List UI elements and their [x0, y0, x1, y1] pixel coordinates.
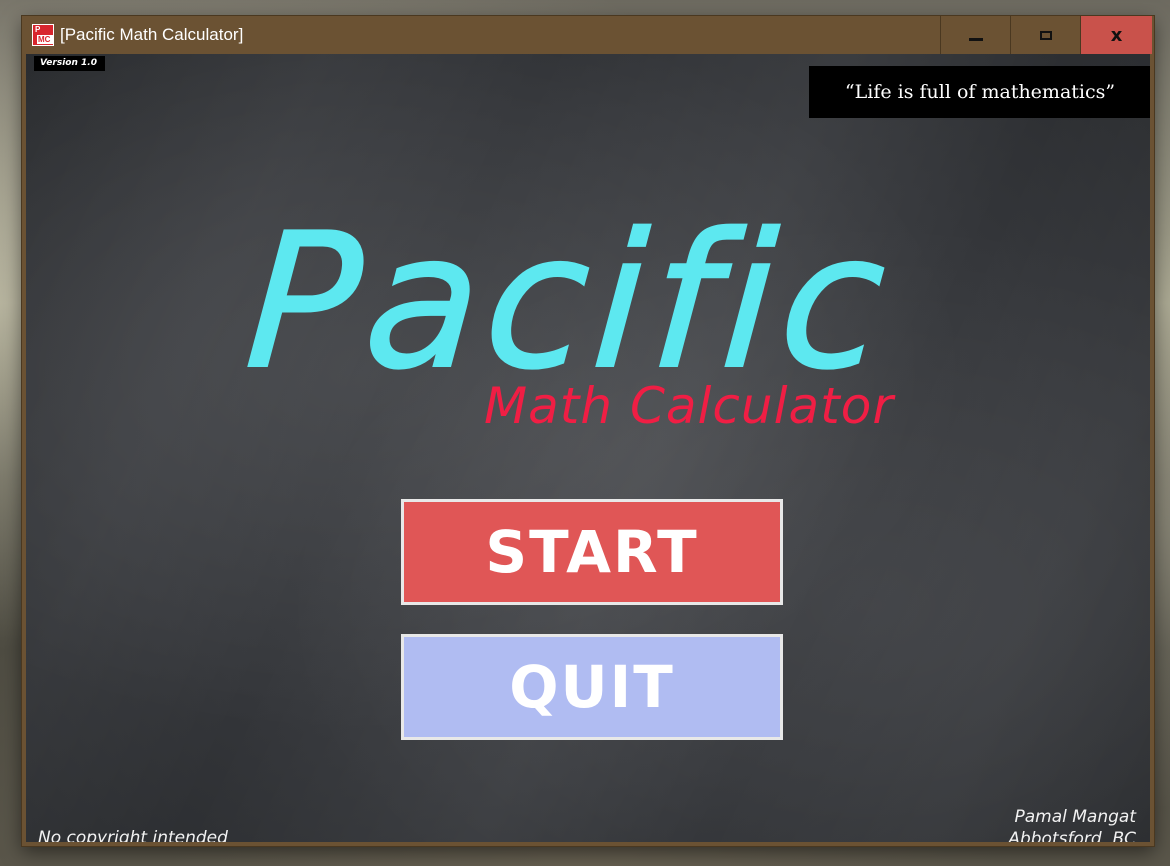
author-credit: Pamal Mangat Abbotsford, BC	[1008, 806, 1136, 842]
version-label: Version 1.0	[34, 56, 105, 71]
title-bar[interactable]: P MC [Pacific Math Calculator] x	[22, 16, 1154, 54]
logo-subtitle: Math Calculator	[484, 377, 894, 435]
maximize-button[interactable]	[1010, 16, 1080, 54]
copyright-note: No copyright intended	[38, 828, 228, 842]
author-location: Abbotsford, BC	[1008, 829, 1136, 842]
quit-button[interactable]: QUIT	[401, 634, 783, 740]
app-icon[interactable]: P MC	[32, 24, 54, 46]
chalkboard-canvas: Version 1.0 “Life is full of mathematics…	[26, 54, 1150, 842]
quote-banner: “Life is full of mathematics”	[809, 66, 1150, 118]
app-window: P MC [Pacific Math Calculator] x Version…	[22, 16, 1154, 846]
author-name: Pamal Mangat	[1014, 807, 1136, 827]
minimize-icon	[968, 37, 983, 41]
minimize-button[interactable]	[940, 16, 1010, 54]
quit-button-label: QUIT	[509, 653, 675, 721]
window-title: [Pacific Math Calculator]	[60, 25, 244, 44]
app-icon-bottom: MC	[37, 35, 53, 44]
start-button-label: START	[485, 518, 699, 586]
app-icon-top: P	[35, 25, 41, 34]
start-button[interactable]: START	[401, 499, 783, 605]
maximize-icon	[1039, 30, 1052, 40]
close-icon: x	[1110, 24, 1123, 46]
quote-text: “Life is full of mathematics”	[844, 81, 1116, 103]
close-button[interactable]: x	[1080, 16, 1152, 54]
